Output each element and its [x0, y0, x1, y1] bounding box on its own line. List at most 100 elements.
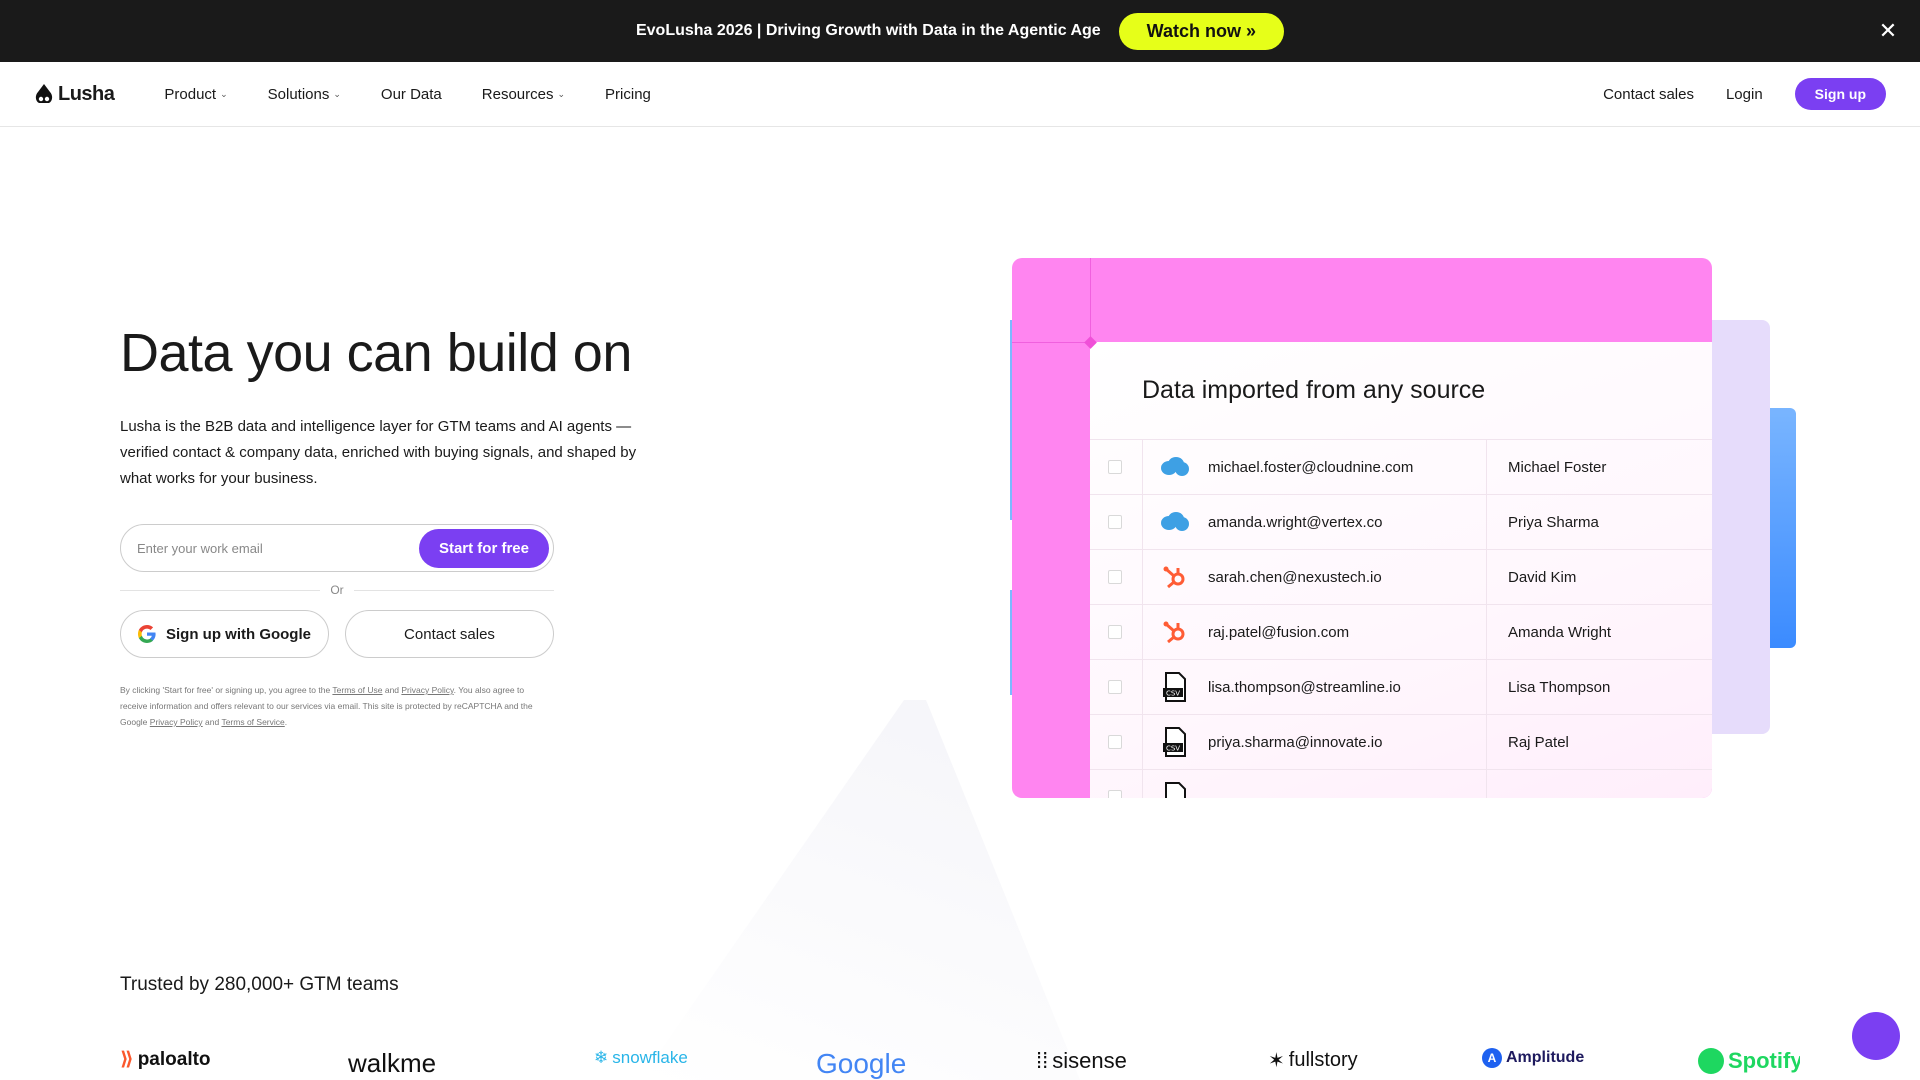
privacy-policy-link[interactable]: Privacy Policy [401, 685, 453, 695]
amplitude-logo: A Amplitude [1482, 1048, 1584, 1068]
divider-line [120, 589, 321, 591]
nav-resources-label: Resources [481, 85, 554, 103]
row-email: priya.sharma@innovate.io [1208, 733, 1383, 751]
row-email: raj.patel@fusion.com [1208, 623, 1350, 641]
google-signup-button[interactable]: Sign up with Google [120, 610, 329, 658]
hero-contact-sales-button[interactable]: Contact sales [345, 610, 554, 658]
decorative-panel [1712, 320, 1770, 734]
card-title: Data imported from any source [1142, 376, 1486, 404]
email-signup-form: Start for free [120, 524, 554, 572]
table-row: sarah.chen@nexustech.io David Kim [1090, 549, 1712, 604]
table-row: raj.patel@fusion.com Amanda Wright [1090, 604, 1712, 659]
row-name: Michael Foster [1508, 458, 1607, 476]
card-content: Data imported from any source michael.fo… [1090, 342, 1712, 798]
terms-of-use-link[interactable]: Terms of Use [332, 685, 382, 695]
legal-notice: By clicking 'Start for free' or signing … [120, 682, 550, 730]
customer-logos: ⟫ paloalto walkme ❄ snowflake Google ⁞⁞ sis… [120, 1048, 1800, 1080]
divider-line [353, 589, 554, 591]
row-name: Priya Sharma [1508, 513, 1599, 531]
row-checkbox[interactable] [1108, 625, 1122, 639]
sisense-logo: ⁞⁞ sisense [1036, 1048, 1127, 1073]
table-row: CSV lisa.thompson@streamline.io Lisa Tho… [1090, 659, 1712, 714]
chat-widget-button[interactable] [1852, 1012, 1900, 1060]
hero-title: Data you can build on [120, 323, 632, 383]
google-logo-text: Google [816, 1048, 907, 1079]
announcement-bar: EvoLusha 2026 | Driving Growth with Data… [0, 0, 1920, 62]
hero-description: Lusha is the B2B data and intelligence l… [120, 418, 637, 487]
chevron-down-icon: ⌄ [557, 88, 566, 99]
nav-our-data[interactable]: Our Data [381, 86, 442, 103]
nav-right: Contact sales Login Sign up [1603, 78, 1886, 110]
top-nav: Lusha Product ⌄ Solutions ⌄ Our Data Resou… [0, 62, 1920, 127]
chevron-down-icon: ⌄ [333, 88, 341, 99]
row-checkbox[interactable] [1108, 735, 1122, 749]
table-row-partial [1090, 769, 1712, 798]
google-privacy-link[interactable]: Privacy Policy [150, 717, 203, 727]
spotify-logo-text: Spotify [1728, 1048, 1800, 1073]
announcement-text: EvoLusha 2026 | Driving Growth with Data… [635, 22, 1101, 39]
decorative-panel [1770, 408, 1796, 648]
hubspot-icon [1160, 562, 1190, 592]
sisense-logo-text: sisense [1052, 1048, 1127, 1073]
csv-file-icon [1160, 782, 1190, 798]
contact-table: michael.foster@cloudnine.com Michael Fos… [1090, 439, 1712, 798]
google-logo: Google [816, 1048, 906, 1080]
nav-solutions-label: Solutions [267, 85, 330, 103]
nav-product-label: Product [164, 85, 217, 103]
table-row: CSV priya.sharma@innovate.io Raj Patel [1090, 714, 1712, 769]
salesforce-icon [1160, 507, 1190, 537]
walkme-logo-text: walkme [348, 1048, 437, 1078]
spotify-logo: Spotify [1698, 1048, 1800, 1074]
row-checkbox[interactable] [1108, 570, 1122, 584]
lusha-logo-icon [35, 84, 53, 103]
snowflake-logo-text: snowflake [612, 1048, 688, 1067]
login-link[interactable]: Login [1726, 86, 1763, 103]
row-email: lisa.thompson@streamline.io [1208, 678, 1401, 696]
google-button-label: Sign up with Google [166, 625, 311, 643]
salesforce-icon [1160, 452, 1190, 482]
nav-pricing-label: Pricing [605, 85, 651, 103]
contact-sales-link[interactable]: Contact sales [1603, 86, 1694, 103]
table-row: amanda.wright@vertex.co Priya Sharma [1090, 494, 1712, 549]
row-name: David Kim [1508, 568, 1577, 586]
row-checkbox[interactable] [1108, 460, 1122, 474]
fullstory-logo-text: fullstory [1288, 1049, 1358, 1071]
work-email-input[interactable] [137, 540, 419, 556]
walkme-logo: walkme [348, 1048, 436, 1079]
signup-button[interactable]: Sign up [1794, 78, 1886, 110]
nav-resources[interactable]: Resources ⌄ [482, 86, 565, 103]
paloalto-logo: ⟫ paloalto [120, 1048, 211, 1071]
start-for-free-button[interactable]: Start for free [418, 528, 549, 568]
row-email: michael.foster@cloudnine.com [1208, 458, 1414, 476]
nav-pricing[interactable]: Pricing [605, 86, 651, 103]
row-name: Lisa Thompson [1508, 678, 1611, 696]
nav-product[interactable]: Product ⌄ [164, 86, 227, 103]
chevron-down-icon: ⌄ [220, 88, 228, 99]
row-checkbox[interactable] [1108, 790, 1122, 798]
logo-text: Lusha [58, 82, 115, 105]
nav-links: Product ⌄ Solutions ⌄ Our Data Resources ⌄ … [164, 86, 650, 103]
svg-text:CSV: CSV [1166, 690, 1180, 698]
data-import-card: Data imported from any source michael.fo… [1012, 258, 1712, 798]
nav-our-data-label: Our Data [380, 85, 442, 103]
terms-of-service-link[interactable]: Terms of Service [221, 717, 284, 727]
legal-text: and [382, 685, 402, 695]
row-checkbox[interactable] [1108, 515, 1122, 529]
row-email: sarah.chen@nexustech.io [1208, 568, 1382, 586]
amplitude-logo-text: Amplitude [1506, 1049, 1585, 1066]
logo[interactable]: Lusha [34, 82, 115, 106]
or-divider: Or [120, 582, 554, 598]
snowflake-logo: ❄ snowflake [594, 1048, 688, 1067]
fullstory-logo: ✶ fullstory [1268, 1049, 1358, 1072]
legal-text: and [202, 717, 222, 727]
trusted-heading: Trusted by 280,000+ GTM teams [120, 974, 399, 995]
row-checkbox[interactable] [1108, 680, 1122, 694]
watch-now-button[interactable]: Watch now » [1118, 12, 1285, 50]
row-name: Amanda Wright [1508, 623, 1612, 641]
csv-file-icon: CSV [1160, 672, 1190, 702]
svg-text:CSV: CSV [1166, 745, 1180, 753]
close-icon[interactable]: ✕ [1876, 19, 1900, 43]
table-row: michael.foster@cloudnine.com Michael Fos… [1090, 439, 1712, 494]
nav-solutions[interactable]: Solutions ⌄ [268, 86, 341, 103]
row-name: Raj Patel [1508, 733, 1569, 751]
